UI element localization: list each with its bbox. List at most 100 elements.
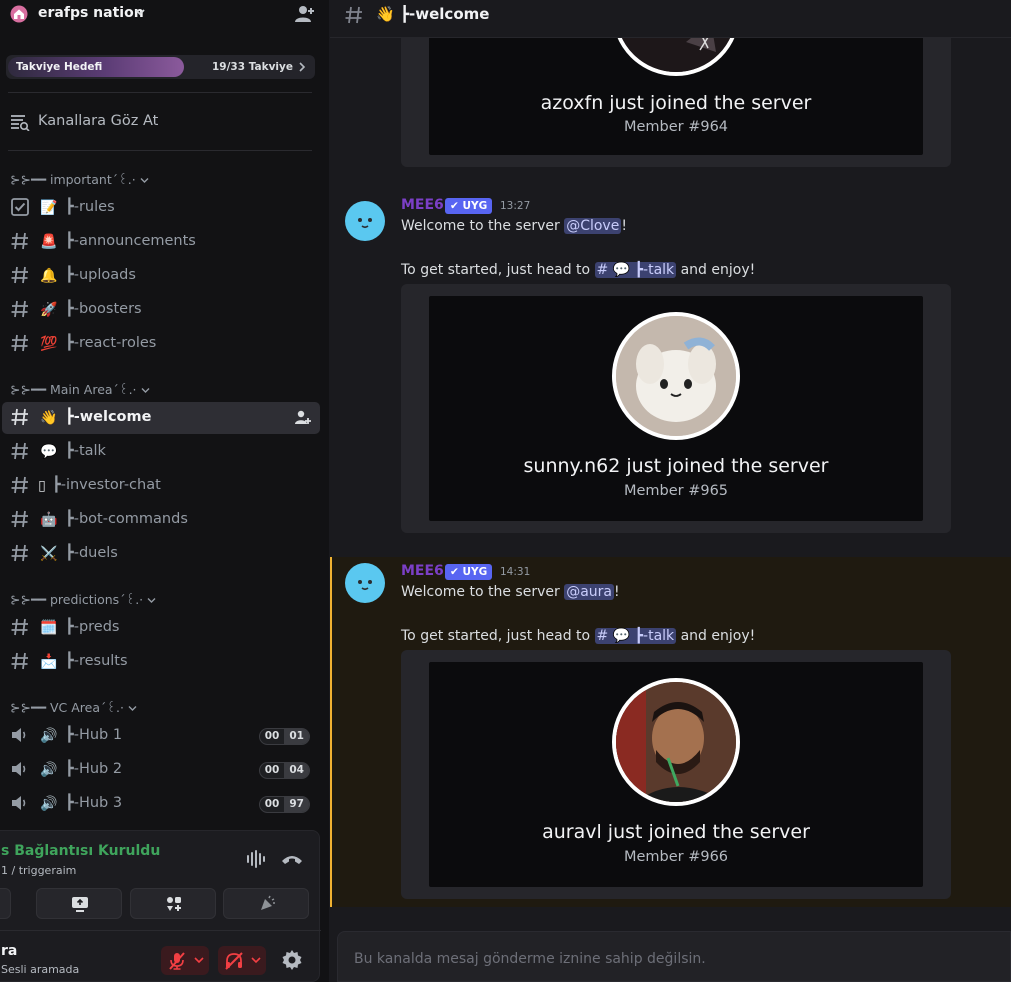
member-number: Member #964	[623, 119, 729, 135]
voice-status[interactable]: s Bağlantısı Kuruldu	[1, 843, 160, 859]
channel-name: ┣-talk	[65, 443, 106, 459]
gear-icon[interactable]	[281, 949, 303, 971]
channel-emoji: 💬	[40, 444, 58, 460]
channel-react-roles[interactable]: 💯 ┣-react-roles	[2, 328, 320, 360]
mute-toggle[interactable]	[161, 946, 209, 975]
hash-icon	[11, 476, 28, 494]
channel-mention[interactable]: # 💬 ┣-talk	[594, 262, 677, 278]
channel-sidebar: erafps nation Takviye Hedefi 19/33 Takvi…	[0, 0, 329, 982]
welcome-embed: auravl just joined the server Member #96…	[401, 650, 951, 899]
soundboard-button[interactable]	[223, 888, 309, 919]
channel-welcome[interactable]: 👋 ┣-welcome	[2, 402, 320, 434]
category-predictions[interactable]: ⊱⊱━━ predictions´꒰.·	[10, 592, 156, 608]
channel-duels[interactable]: ⚔️ ┣-duels	[2, 538, 320, 570]
browse-channels-button[interactable]: Kanallara Göz At	[10, 110, 310, 134]
screen-share-button[interactable]	[36, 888, 122, 919]
boost-goal-bar[interactable]: Takviye Hedefi 19/33 Takviye	[6, 55, 315, 79]
channel-talk[interactable]: 💬 ┣-talk	[2, 436, 320, 468]
message-text: Welcome to the server	[401, 218, 565, 234]
browse-channels-label: Kanallara Göz At	[38, 113, 159, 129]
channel-emoji: 🗓️	[40, 620, 58, 636]
hash-icon	[11, 618, 28, 636]
channel-mention[interactable]: # 💬 ┣-talk	[594, 628, 677, 644]
bot-avatar[interactable]	[345, 201, 385, 241]
boost-goal-label: Takviye Hedefi	[16, 61, 103, 73]
category-label: ⊱⊱━━ VC Area´꒰.·	[10, 700, 124, 715]
speaker-icon	[12, 796, 26, 810]
channel-name: ┣-bot-commands	[65, 511, 188, 527]
channel-emoji: 📝	[40, 200, 58, 216]
category-important[interactable]: ⊱⊱━━ important´꒰.·	[10, 172, 149, 188]
voice-channel-hub-2[interactable]: 🔊 ┣-Hub 2 00 04	[2, 754, 320, 786]
chat-area: 👋 ┣-welcome azoxfn just joined the serve…	[330, 0, 1011, 982]
chevron-down-icon	[140, 178, 149, 183]
server-header[interactable]: erafps nation	[0, 0, 329, 30]
divider	[8, 92, 312, 93]
channel-rules[interactable]: 📝 ┣-rules	[2, 192, 320, 224]
user-count: 00	[264, 798, 280, 810]
current-username[interactable]: ra	[1, 943, 17, 959]
channel-boosters[interactable]: 🚀 ┣-boosters	[2, 294, 320, 326]
channel-bot-commands[interactable]: 🤖 ┣-bot-commands	[2, 504, 320, 536]
chevron-down-icon[interactable]	[251, 957, 261, 964]
category-label: ⊱⊱━━ important´꒰.·	[10, 172, 136, 187]
chevron-down-icon	[128, 706, 137, 711]
channel-emoji: ⚔️	[40, 546, 58, 562]
hash-icon	[345, 6, 362, 24]
voice-channel-hub-3[interactable]: 🔊 ┣-Hub 3 00 97	[2, 788, 320, 820]
message-timestamp[interactable]: 14:31	[500, 566, 530, 578]
camera-button[interactable]	[0, 888, 11, 919]
category-label: ⊱⊱━━ Main Area´꒰.·	[10, 382, 137, 397]
user-limit-badge: 00 97	[258, 796, 310, 813]
message-timestamp[interactable]: 13:27	[500, 200, 530, 212]
hash-icon	[11, 652, 28, 670]
voice-channel-info[interactable]: 1 / triggeraim	[1, 864, 76, 877]
activities-button[interactable]	[130, 888, 216, 919]
server-name[interactable]: erafps nation	[38, 5, 144, 21]
category-main-area[interactable]: ⊱⊱━━ Main Area´꒰.·	[10, 382, 150, 398]
hash-icon	[11, 544, 28, 562]
channel-preds[interactable]: 🗓️ ┣-preds	[2, 612, 320, 644]
channel-emoji: 🤖	[40, 512, 58, 528]
channel-emoji: 👋	[40, 410, 58, 426]
bot-avatar[interactable]	[345, 563, 385, 603]
member-avatar	[612, 678, 740, 806]
chevron-down-icon[interactable]	[134, 7, 146, 17]
create-invite-icon[interactable]	[294, 409, 312, 427]
app-badge: ✔ UYG	[445, 198, 493, 214]
user-mention[interactable]: @aura	[564, 584, 614, 600]
channel-uploads[interactable]: 🔔 ┣-uploads	[2, 260, 320, 292]
channel-results[interactable]: 📩 ┣-results	[2, 646, 320, 678]
welcome-embed: sunny.n62 just joined the server Member …	[401, 284, 951, 533]
message-line: To get started, just head to # 💬 ┣-talk …	[401, 628, 755, 644]
noise-suppression-icon[interactable]	[246, 850, 268, 868]
channel-emoji: 🚀	[40, 302, 58, 318]
join-text: azoxfn just joined the server	[540, 92, 812, 114]
message-line: Welcome to the server @aura!	[401, 584, 620, 600]
deafen-toggle[interactable]	[218, 946, 266, 975]
voice-channel-hub-1[interactable]: 🔊 ┣-Hub 1 00 01	[2, 720, 320, 752]
channel-name: ┣-uploads	[65, 267, 136, 283]
channel-announcements[interactable]: 🚨 ┣-announcements	[2, 226, 320, 258]
category-vc-area[interactable]: ⊱⊱━━ VC Area´꒰.·	[10, 700, 137, 716]
chevron-right-icon	[299, 62, 306, 72]
disconnect-icon[interactable]	[281, 852, 303, 866]
message-text: !	[621, 218, 627, 234]
divider	[8, 150, 312, 151]
channel-name: ┣-Hub 2	[65, 761, 123, 777]
composer-disabled-text: Bu kanalda mesaj gönderme iznine sahip d…	[354, 951, 706, 967]
message-composer: Bu kanalda mesaj gönderme iznine sahip d…	[337, 931, 1011, 982]
avatar-image	[616, 316, 736, 436]
invite-people-icon[interactable]	[294, 4, 316, 24]
chevron-down-icon[interactable]	[194, 957, 204, 964]
message-author[interactable]: MEE6	[401, 563, 444, 579]
user-limit: 04	[284, 763, 309, 778]
message-author[interactable]: MEE6	[401, 197, 444, 213]
user-mention[interactable]: @Clove	[564, 218, 622, 234]
chevron-down-icon	[147, 598, 156, 603]
channel-investor-chat[interactable]: ▯ ┣-investor-chat	[2, 470, 320, 502]
screen-share-icon	[72, 897, 88, 912]
current-user-status: Sesli aramada	[1, 963, 80, 976]
hash-icon	[11, 442, 28, 460]
user-limit: 01	[284, 729, 309, 744]
